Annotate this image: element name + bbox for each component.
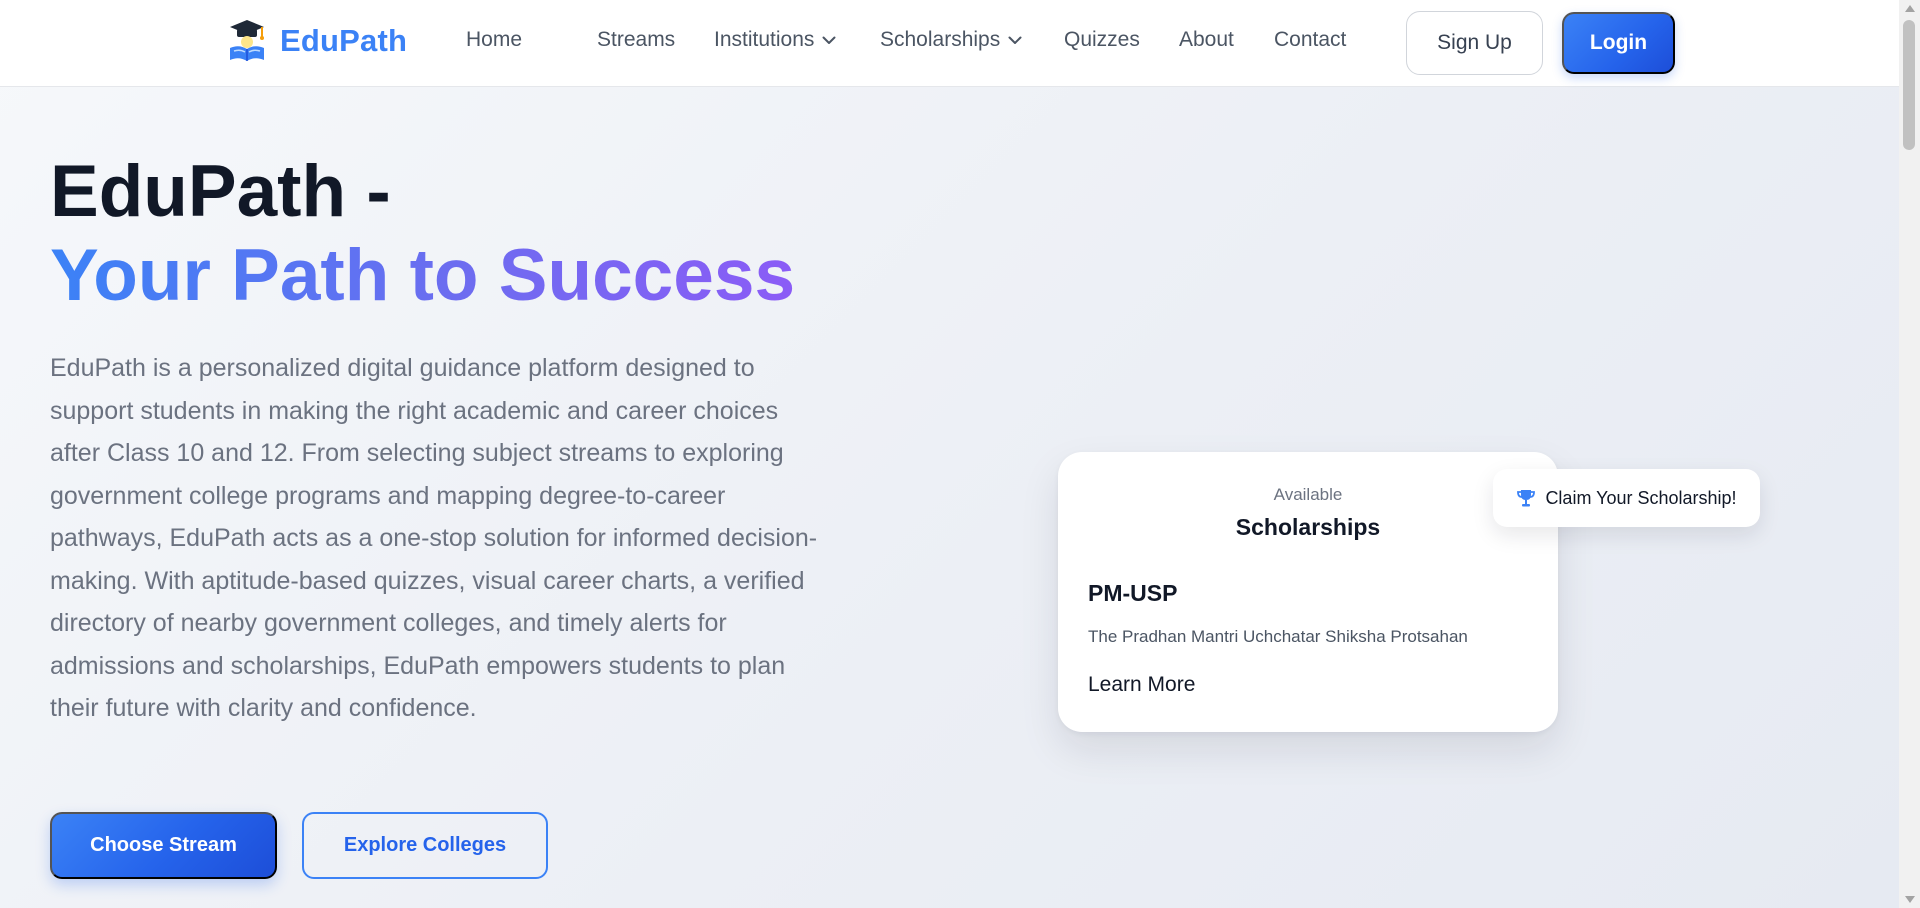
trophy-icon <box>1517 490 1536 507</box>
nav-home-link[interactable]: Home <box>466 28 522 52</box>
hero-title-line1: EduPath - <box>50 151 391 232</box>
claim-scholarship-label: Claim Your Scholarship! <box>1545 487 1737 508</box>
scroll-up-arrow-icon[interactable] <box>1899 0 1920 17</box>
nav-scholarships-dropdown[interactable]: Scholarships <box>880 28 1022 52</box>
explore-colleges-button[interactable]: Explore Colleges <box>302 812 548 879</box>
nav-contact-link[interactable]: Contact <box>1274 28 1346 52</box>
nav-about-label: About <box>1179 28 1234 51</box>
nav-streams-link[interactable]: Streams <box>597 28 675 52</box>
hero-title-line2: Your Path to Success <box>50 235 796 316</box>
brand-home-link[interactable]: EduPath <box>226 18 407 64</box>
hero-description: EduPath is a personalized digital guidan… <box>50 354 818 722</box>
nav-scholarships-label: Scholarships <box>880 28 1001 51</box>
choose-stream-button[interactable]: Choose Stream <box>50 812 277 879</box>
scholarship-full-name: The Pradhan Mantri Uchchatar Shiksha Pro… <box>1088 627 1468 646</box>
scholarship-card: Available Scholarships PM-USP The Pradha… <box>1058 452 1558 732</box>
nav-institutions-dropdown[interactable]: Institutions <box>714 28 836 52</box>
hero-title: EduPath - Your Path to Success <box>50 150 795 331</box>
nav-institutions-label: Institutions <box>714 28 815 51</box>
top-navbar: EduPath Home Streams Institutions Schola… <box>0 0 1899 87</box>
nav-streams-label: Streams <box>597 28 676 51</box>
learn-more-link[interactable]: Learn More <box>1088 673 1195 697</box>
scholarship-card-eyebrow: Available <box>1273 485 1343 504</box>
brand-name: EduPath <box>280 23 408 58</box>
scholarship-name: PM-USP <box>1088 580 1178 606</box>
nav-contact-label: Contact <box>1274 28 1347 51</box>
nav-quizzes-link[interactable]: Quizzes <box>1064 28 1140 52</box>
nav-about-link[interactable]: About <box>1179 28 1234 52</box>
login-button[interactable]: Login <box>1562 12 1675 74</box>
claim-scholarship-badge[interactable]: Claim Your Scholarship! <box>1493 469 1760 527</box>
scrollbar-thumb[interactable] <box>1903 20 1915 150</box>
graduation-cap-book-icon <box>230 20 264 61</box>
signup-button[interactable]: Sign Up <box>1406 11 1543 75</box>
nav-quizzes-label: Quizzes <box>1064 28 1140 51</box>
chevron-down-icon <box>1008 36 1022 44</box>
vertical-scrollbar[interactable] <box>1899 0 1920 908</box>
scholarship-card-heading: Scholarships <box>1235 514 1381 540</box>
nav-home-label: Home <box>466 28 523 51</box>
scroll-down-arrow-icon[interactable] <box>1899 891 1920 908</box>
chevron-down-icon <box>822 36 836 44</box>
